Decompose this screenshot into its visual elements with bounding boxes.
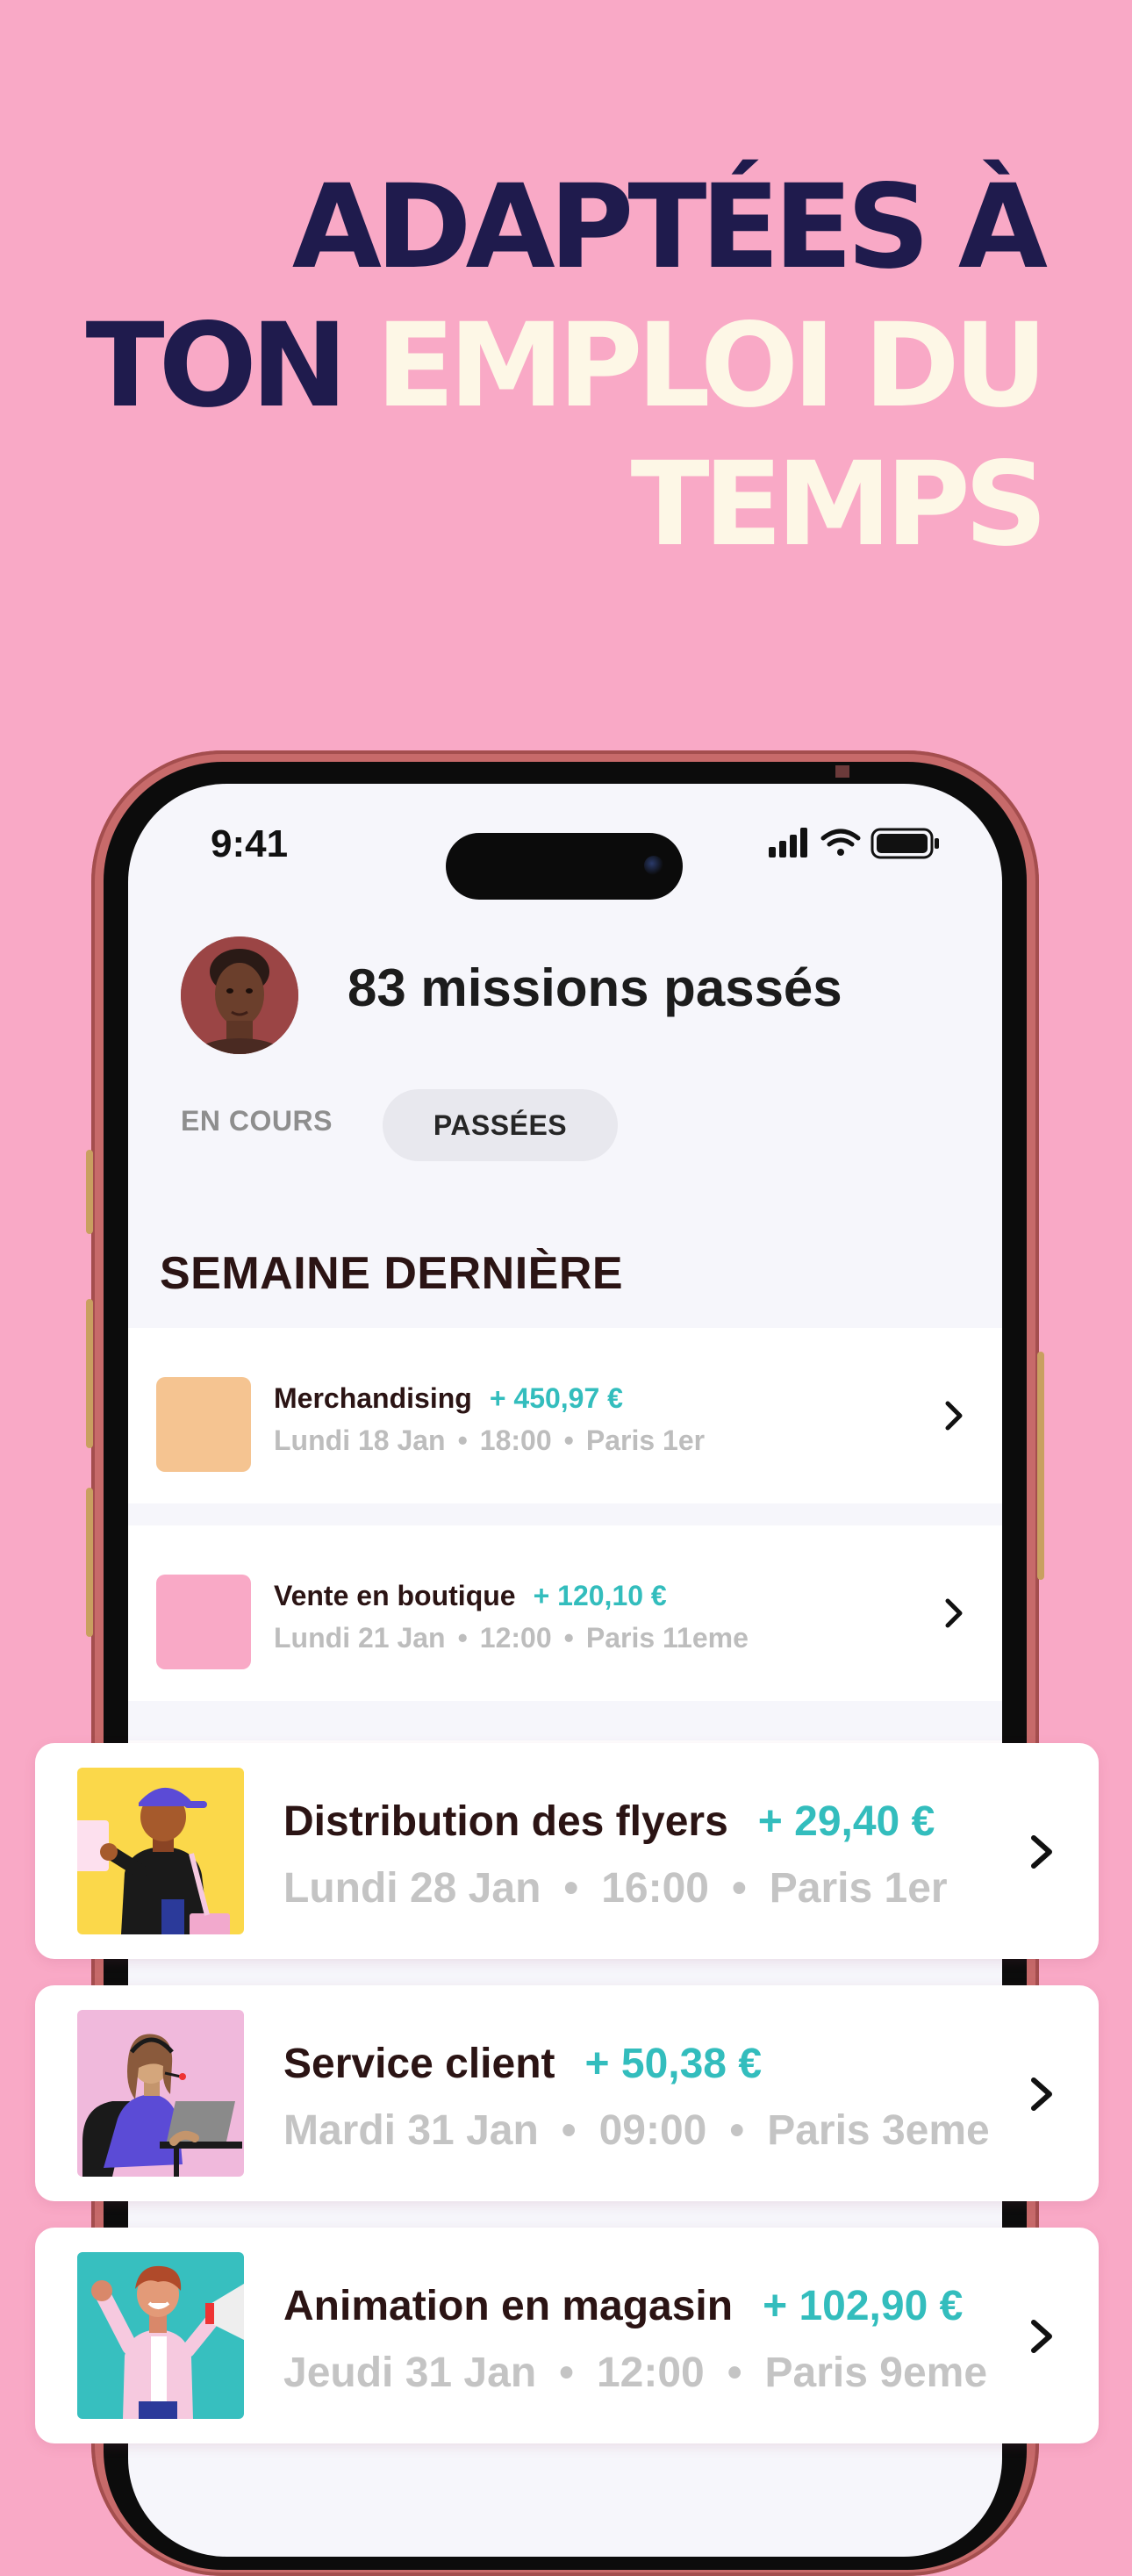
card-location: Paris 1er [769, 1865, 948, 1912]
mission-title: Merchandising + 450,97 € [274, 1382, 623, 1415]
dot-separator: • [563, 1424, 574, 1456]
signal-icon [769, 828, 807, 857]
card-time: 12:00 [596, 2350, 705, 2396]
chevron-right-icon[interactable] [935, 1594, 971, 1632]
chevron-right-icon[interactable] [1021, 2073, 1060, 2115]
card-name: Service client [283, 2041, 555, 2087]
card-date: Jeudi 31 Jan [283, 2350, 537, 2396]
card-location: Paris 3eme [767, 2107, 990, 2154]
mission-date: Lundi 21 Jan [274, 1622, 446, 1654]
status-time: 9:41 [211, 822, 289, 865]
mission-thumbnail [156, 1575, 251, 1669]
dot-separator: • [457, 1622, 468, 1654]
status-icons [769, 828, 939, 859]
mission-name: Merchandising [274, 1382, 472, 1414]
dot-separator: • [729, 2107, 745, 2154]
dot-separator: • [731, 1865, 747, 1912]
avatar[interactable] [181, 936, 298, 1054]
mission-date: Lundi 18 Jan [274, 1424, 446, 1456]
list-item[interactable]: Merchandising + 450,97 € Lundi 18 Jan • 18:… [128, 1328, 1002, 1503]
card-meta: Mardi 31 Jan • 09:00 • Paris 3eme [283, 2106, 990, 2155]
phone-volume-up-button [86, 1299, 93, 1448]
mission-card[interactable]: Service client + 50,38 € Mardi 31 Jan • 09:… [35, 1985, 1099, 2201]
profile-title: 83 missions passés [347, 958, 842, 1017]
flyer-distributor-illustration [77, 1768, 244, 1934]
chevron-right-icon[interactable] [1021, 2315, 1060, 2357]
phone-volume-down-button [86, 1488, 93, 1637]
card-time: 16:00 [601, 1865, 709, 1912]
chevron-right-icon[interactable] [1021, 1831, 1060, 1873]
mission-location: Paris 1er [585, 1424, 706, 1456]
avatar-image [181, 936, 298, 1054]
card-name: Animation en magasin [283, 2283, 734, 2329]
headline: ADAPTÉES À TON EMPLOI DU TEMPS [85, 158, 1048, 574]
headline-line2-dark: TON [85, 298, 348, 434]
card-name: Distribution des flyers [283, 1798, 728, 1845]
headline-line1: ADAPTÉES À [291, 160, 1048, 295]
mission-amount: + 120,10 € [533, 1580, 667, 1611]
card-title: Animation en magasin + 102,90 € [283, 2282, 963, 2330]
dot-separator: • [727, 2350, 742, 2396]
tab-passees[interactable]: PASSÉES [383, 1089, 618, 1161]
mission-card[interactable]: Distribution des flyers + 29,40 € Lundi 2… [35, 1743, 1099, 1959]
mission-name: Vente en boutique [274, 1580, 516, 1611]
dot-separator: • [561, 2107, 577, 2154]
mission-time: 18:00 [479, 1424, 552, 1456]
mission-location: Paris 11eme [585, 1622, 749, 1654]
dot-separator: • [457, 1424, 468, 1456]
card-amount: + 50,38 € [584, 2041, 763, 2087]
phone-sensor [835, 765, 849, 778]
phone-power-button [1037, 1352, 1044, 1580]
card-meta: Lundi 28 Jan • 16:00 • Paris 1er [283, 1864, 948, 1912]
dot-separator: • [563, 1865, 579, 1912]
card-title: Distribution des flyers + 29,40 € [283, 1797, 935, 1846]
section-title: SEMAINE DERNIÈRE [160, 1248, 624, 1299]
card-meta: Jeudi 31 Jan • 12:00 • Paris 9eme [283, 2349, 987, 2397]
card-title: Service client + 50,38 € [283, 2040, 762, 2088]
card-location: Paris 9eme [764, 2350, 988, 2396]
chevron-right-icon[interactable] [935, 1396, 971, 1435]
card-date: Mardi 31 Jan [283, 2107, 539, 2154]
card-date: Lundi 28 Jan [283, 1865, 541, 1912]
mission-title: Vente en boutique + 120,10 € [274, 1580, 667, 1612]
mission-time: 12:00 [479, 1622, 552, 1654]
mission-amount: + 450,97 € [489, 1382, 623, 1414]
headline-line3: TEMPS [630, 437, 1048, 572]
headline-line2-light: EMPLOI DU [376, 298, 1048, 434]
customer-service-illustration [77, 2010, 244, 2177]
store-animator-illustration [77, 2252, 244, 2419]
dot-separator: • [559, 2350, 574, 2396]
mission-thumbnail [156, 1377, 251, 1472]
battery-icon [870, 828, 939, 859]
phone-action-button [86, 1150, 93, 1234]
list-item[interactable]: Vente en boutique + 120,10 € Lundi 21 Jan… [128, 1525, 1002, 1701]
dot-separator: • [563, 1622, 574, 1654]
wifi-icon [820, 829, 861, 856]
card-amount: + 29,40 € [757, 1798, 935, 1845]
mission-card[interactable]: Animation en magasin + 102,90 € Jeudi 31 … [35, 2228, 1099, 2443]
card-time: 09:00 [598, 2107, 707, 2154]
card-amount: + 102,90 € [763, 2283, 964, 2329]
mission-meta: Lundi 21 Jan • 12:00 • Paris 11eme [274, 1622, 749, 1654]
mission-meta: Lundi 18 Jan • 18:00 • Paris 1er [274, 1424, 705, 1457]
front-camera-icon [644, 856, 663, 875]
tab-en-cours[interactable]: EN COURS [181, 1105, 333, 1137]
dynamic-island [446, 833, 683, 900]
